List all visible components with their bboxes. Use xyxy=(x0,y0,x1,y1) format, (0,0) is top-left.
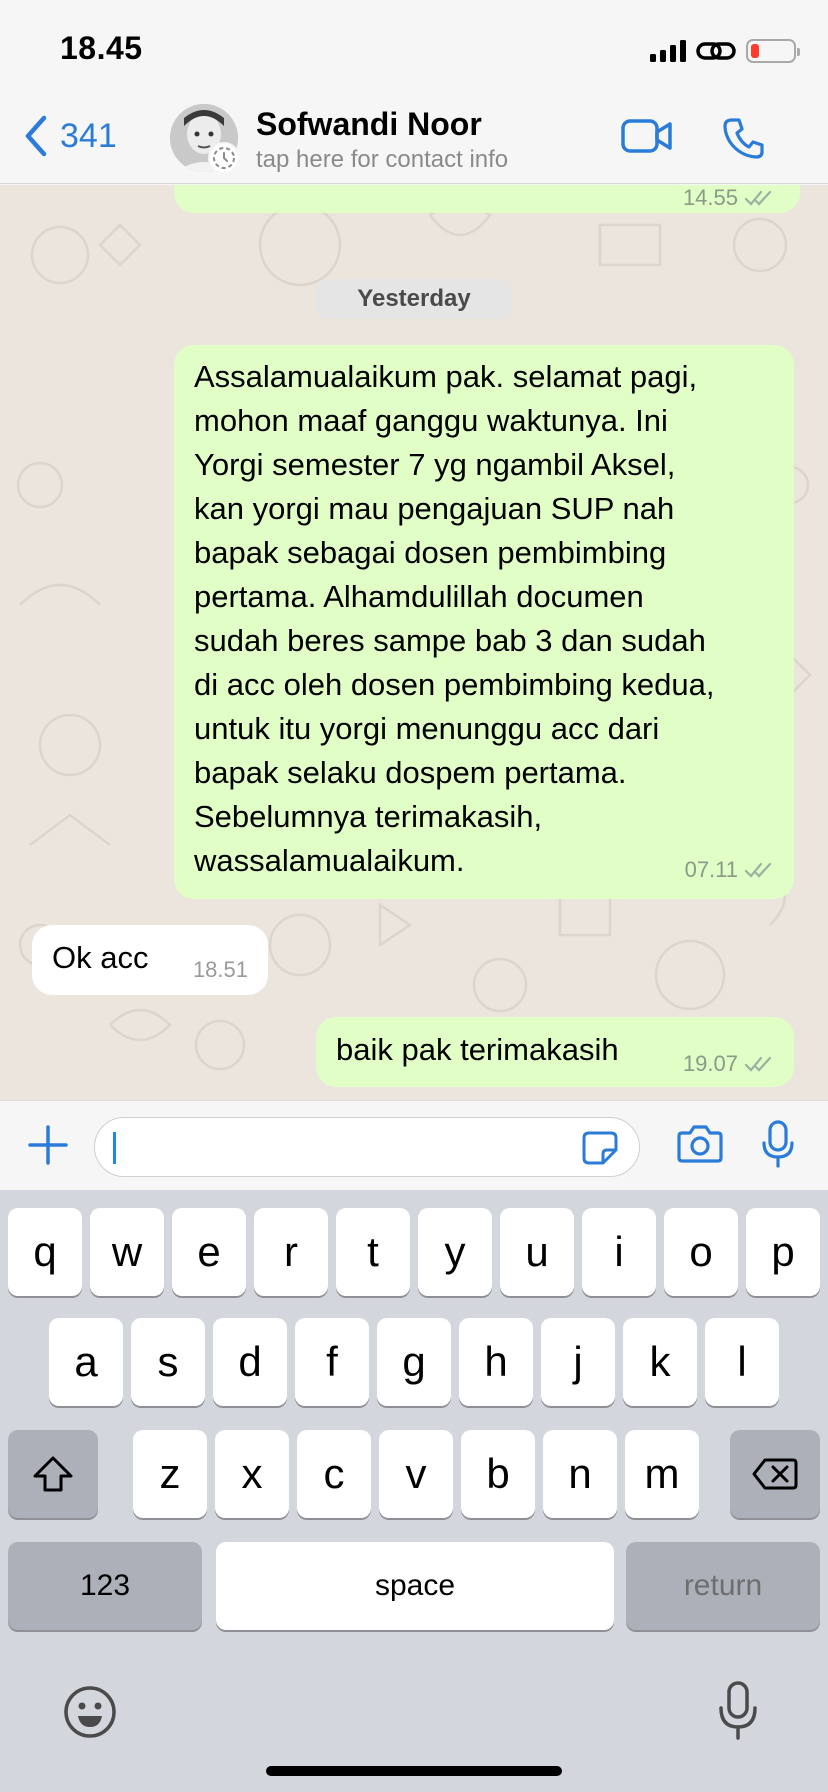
key-a[interactable]: a xyxy=(49,1318,123,1406)
video-call-button[interactable] xyxy=(620,116,674,161)
attach-button[interactable] xyxy=(26,1123,70,1172)
key-j[interactable]: j xyxy=(541,1318,615,1406)
battery-icon xyxy=(746,39,800,63)
key-n[interactable]: n xyxy=(543,1430,617,1518)
key-h[interactable]: h xyxy=(459,1318,533,1406)
key-g[interactable]: g xyxy=(377,1318,451,1406)
key-b[interactable]: b xyxy=(461,1430,535,1518)
key-x[interactable]: x xyxy=(215,1430,289,1518)
key-i[interactable]: i xyxy=(582,1208,656,1296)
message-meta: 07.11 xyxy=(685,857,774,883)
key-f[interactable]: f xyxy=(295,1318,369,1406)
home-indicator xyxy=(266,1766,562,1776)
key-c[interactable]: c xyxy=(297,1430,371,1518)
message-text: Ok acc xyxy=(52,940,149,975)
read-receipt-icon xyxy=(744,862,772,878)
emoji-button[interactable] xyxy=(62,1684,118,1745)
key-q[interactable]: q xyxy=(8,1208,82,1296)
key-o[interactable]: o xyxy=(664,1208,738,1296)
message-input[interactable] xyxy=(94,1117,640,1177)
read-receipt-icon xyxy=(744,1056,772,1072)
key-m[interactable]: m xyxy=(625,1430,699,1518)
key-v[interactable]: v xyxy=(379,1430,453,1518)
message-bubble-outgoing[interactable]: Assalamualaikum pak. selamat pagi, mohon… xyxy=(174,345,794,899)
status-ring-icon xyxy=(208,142,240,174)
dictation-button[interactable] xyxy=(716,1680,760,1747)
shift-icon xyxy=(33,1456,73,1492)
key-t[interactable]: t xyxy=(336,1208,410,1296)
phone-icon xyxy=(723,118,764,159)
message-time: 07.11 xyxy=(684,857,738,882)
space-key[interactable]: space xyxy=(216,1542,614,1630)
previous-message-bubble[interactable]: 14.55 xyxy=(174,185,800,213)
microphone-icon xyxy=(762,1120,794,1168)
cellular-signal-icon xyxy=(650,40,686,62)
chevron-left-icon xyxy=(25,115,47,157)
voice-message-button[interactable] xyxy=(760,1119,796,1174)
shift-key[interactable] xyxy=(8,1430,98,1518)
dictation-mic-icon xyxy=(719,1681,757,1740)
message-meta: 19.07 xyxy=(683,1051,774,1077)
message-input-bar xyxy=(0,1100,828,1190)
message-time: 19.07 xyxy=(682,1051,738,1076)
message-text: Assalamualaikum pak. selamat pagi, mohon… xyxy=(194,359,715,878)
numbers-key[interactable]: 123 xyxy=(8,1542,202,1630)
key-r[interactable]: r xyxy=(254,1208,328,1296)
emoji-icon xyxy=(64,1686,116,1738)
camera-icon xyxy=(677,1125,723,1163)
message-time: 18.51 xyxy=(192,957,248,982)
battery-level xyxy=(751,44,759,58)
contact-info-hint[interactable]: tap here for contact info xyxy=(256,146,508,174)
message-meta: 18.51 xyxy=(193,957,248,983)
message-text: baik pak terimakasih xyxy=(336,1032,619,1067)
message-bubble-incoming[interactable]: Ok acc 18.51 xyxy=(32,925,268,995)
back-button[interactable]: 341 xyxy=(22,114,117,158)
key-w[interactable]: w xyxy=(90,1208,164,1296)
return-key[interactable]: return xyxy=(626,1542,820,1630)
voice-call-button[interactable] xyxy=(722,116,766,165)
video-camera-icon xyxy=(621,119,672,153)
delete-key[interactable] xyxy=(730,1430,820,1518)
status-icons xyxy=(650,36,800,66)
sticker-icon xyxy=(582,1131,618,1165)
key-p[interactable]: p xyxy=(746,1208,820,1296)
message-bubble-outgoing[interactable]: baik pak terimakasih 19.07 xyxy=(316,1017,794,1087)
key-u[interactable]: u xyxy=(500,1208,574,1296)
key-s[interactable]: s xyxy=(131,1318,205,1406)
key-k[interactable]: k xyxy=(623,1318,697,1406)
read-receipt-icon xyxy=(744,190,772,206)
backspace-icon xyxy=(752,1458,798,1490)
hotspot-link-icon xyxy=(696,42,736,60)
plus-icon xyxy=(28,1125,68,1165)
status-bar: 18.45 xyxy=(0,0,828,92)
sticker-button[interactable] xyxy=(581,1130,619,1171)
keyboard: qwertyuiop asdfghjkl zxcvbnm 123 space r… xyxy=(0,1190,828,1792)
chat-header: 341 Sofwandi Noor tap here for contact i… xyxy=(0,92,828,184)
status-time: 18.45 xyxy=(60,30,143,66)
message-meta: 14.55 xyxy=(683,185,774,211)
contact-name[interactable]: Sofwandi Noor xyxy=(256,106,482,143)
key-y[interactable]: y xyxy=(418,1208,492,1296)
chat-area[interactable]: 14.55 Yesterday Assalamualaikum pak. sel… xyxy=(0,185,828,1100)
message-time: 14.55 xyxy=(682,185,738,210)
key-l[interactable]: l xyxy=(705,1318,779,1406)
text-cursor xyxy=(113,1132,116,1164)
key-d[interactable]: d xyxy=(213,1318,287,1406)
camera-button[interactable] xyxy=(676,1123,724,1170)
key-e[interactable]: e xyxy=(172,1208,246,1296)
key-z[interactable]: z xyxy=(133,1430,207,1518)
unread-count: 341 xyxy=(60,116,117,155)
date-separator: Yesterday xyxy=(316,279,512,319)
